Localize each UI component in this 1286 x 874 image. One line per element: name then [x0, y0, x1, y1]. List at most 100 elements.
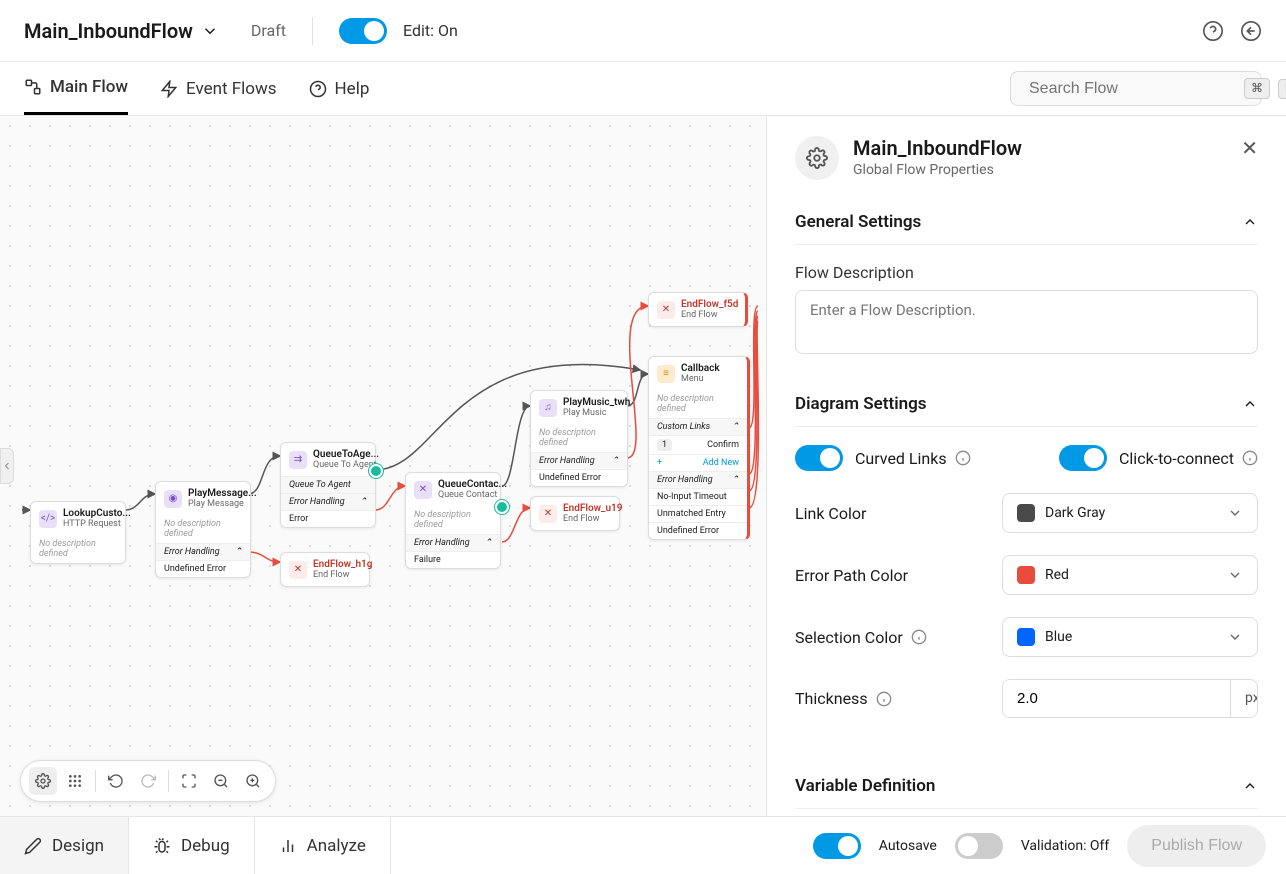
thickness-unit: px: [1230, 680, 1258, 717]
node-queue-to-agent[interactable]: ⇉ QueueToAge...Queue To Agent Queue To A…: [280, 442, 376, 528]
chevron-up-icon: [1242, 396, 1258, 412]
selection-color-dropdown[interactable]: Blue: [1002, 617, 1258, 657]
color-swatch: [1017, 566, 1035, 584]
chevron-down-icon: [201, 22, 219, 40]
settings-icon[interactable]: [29, 767, 57, 795]
zoom-in-icon[interactable]: [239, 767, 267, 795]
error-color-dropdown[interactable]: Red: [1002, 555, 1258, 595]
autosave-toggle[interactable]: [813, 833, 861, 859]
help-circle-icon: [309, 80, 327, 98]
panel-subtitle: Global Flow Properties: [853, 162, 1022, 178]
node-callback[interactable]: ≡ CallbackMenu No description defined Cu…: [648, 356, 750, 540]
flow-canvas[interactable]: </> LookupCusto...HTTP Request No descri…: [0, 116, 766, 816]
flow-description-label: Flow Description: [795, 263, 1258, 282]
close-icon[interactable]: ✕: [1241, 136, 1258, 160]
redo-icon[interactable]: [134, 767, 162, 795]
tab-main-flow[interactable]: Main Flow: [24, 62, 128, 115]
node-queue-contact[interactable]: ✕ QueueContac...Queue Contact No descrip…: [405, 472, 501, 569]
click-connect-label: Click-to-connect: [1119, 449, 1234, 468]
music-icon: ♫: [539, 399, 557, 417]
tab-help[interactable]: Help: [309, 62, 370, 115]
chevron-left-icon: [1, 460, 13, 472]
flow-description-input[interactable]: [795, 290, 1258, 354]
connector-dot[interactable]: [495, 500, 509, 514]
help-icon[interactable]: [1202, 20, 1224, 42]
validation-toggle[interactable]: [955, 833, 1003, 859]
search-input[interactable]: [1029, 80, 1236, 98]
info-icon[interactable]: [876, 691, 892, 707]
section-variable-definition[interactable]: Variable Definition: [795, 764, 1258, 809]
divider: [312, 17, 313, 45]
node-endflow-f5d[interactable]: ✕ EndFlow_f5dEnd Flow: [648, 292, 748, 327]
node-endflow-u19[interactable]: ✕ EndFlow_u19End Flow: [530, 496, 620, 531]
zoom-out-icon[interactable]: [207, 767, 235, 795]
info-icon[interactable]: [955, 450, 971, 466]
gear-icon: [795, 136, 839, 180]
info-icon[interactable]: [1242, 450, 1258, 466]
play-icon: ◉: [164, 490, 182, 508]
edit-toggle[interactable]: [339, 18, 387, 44]
undo-icon[interactable]: [102, 767, 130, 795]
chevron-down-icon: [1227, 629, 1243, 645]
close-icon: ✕: [539, 505, 557, 523]
tab-label: Event Flows: [186, 79, 277, 99]
pencil-icon: [24, 837, 42, 855]
flow-title-dropdown[interactable]: Main_InboundFlow: [24, 19, 219, 43]
footer-tab-analyze[interactable]: Analyze: [255, 817, 391, 874]
autosave-label: Autosave: [879, 838, 937, 854]
properties-panel: Main_InboundFlow Global Flow Properties …: [766, 116, 1286, 816]
click-to-connect-toggle[interactable]: [1059, 445, 1107, 471]
curved-links-label: Curved Links: [855, 449, 947, 468]
section-general-settings[interactable]: General Settings: [795, 200, 1258, 245]
tab-event-flows[interactable]: Event Flows: [160, 62, 277, 115]
section-diagram-settings[interactable]: Diagram Settings: [795, 382, 1258, 427]
footer-tab-debug[interactable]: Debug: [129, 817, 255, 874]
kbd-cmd: ⌘: [1244, 78, 1270, 99]
chevron-down-icon: [1227, 567, 1243, 583]
flow-title-text: Main_InboundFlow: [24, 19, 193, 43]
node-play-music[interactable]: ♫ PlayMusic_twhPlay Music No description…: [530, 390, 628, 487]
bug-icon: [153, 837, 171, 855]
fit-icon[interactable]: [175, 767, 203, 795]
close-icon: ✕: [289, 561, 307, 579]
node-play-message[interactable]: ◉ PlayMessage...Play Message No descript…: [155, 481, 251, 578]
node-endflow-h1g[interactable]: ✕ EndFlow_h1gEnd Flow: [280, 552, 370, 587]
validation-label: Validation: Off: [1021, 838, 1109, 854]
panel-title: Main_InboundFlow: [853, 136, 1022, 160]
exit-icon[interactable]: [1240, 20, 1262, 42]
link-color-label: Link Color: [795, 504, 866, 523]
node-lookup-customer[interactable]: </> LookupCusto...HTTP Request No descri…: [30, 501, 126, 564]
tab-label: Help: [335, 79, 370, 99]
kbd-k: K: [1278, 79, 1286, 99]
footer-tab-design[interactable]: Design: [0, 817, 129, 874]
left-edge-handle[interactable]: [0, 448, 14, 484]
link-color-dropdown[interactable]: Dark Gray: [1002, 493, 1258, 533]
curved-links-toggle[interactable]: [795, 445, 843, 471]
color-swatch: [1017, 628, 1035, 646]
add-new-link[interactable]: + Add New: [649, 454, 747, 471]
selection-color-label: Selection Color: [795, 628, 903, 647]
close-icon: ✕: [657, 301, 675, 319]
chevron-up-icon: [1242, 778, 1258, 794]
connector-dot[interactable]: [369, 464, 383, 478]
code-icon: </>: [39, 510, 57, 528]
flow-icon: [24, 78, 42, 96]
menu-icon: ≡: [657, 365, 675, 383]
chevron-up-icon: [1242, 214, 1258, 230]
tab-label: Main Flow: [50, 77, 128, 97]
queue-icon: ⇉: [289, 451, 307, 469]
thickness-input[interactable]: [1003, 680, 1230, 717]
status-badge: Draft: [235, 21, 286, 40]
shuffle-icon: ✕: [414, 481, 432, 499]
error-color-label: Error Path Color: [795, 566, 908, 585]
grid-icon[interactable]: [61, 767, 89, 795]
lightning-icon: [160, 80, 178, 98]
chart-icon: [279, 837, 297, 855]
info-icon[interactable]: [911, 629, 927, 645]
chevron-down-icon: [1227, 505, 1243, 521]
search-input-container[interactable]: ⌘ K: [1010, 71, 1262, 106]
color-swatch: [1017, 504, 1035, 522]
publish-button[interactable]: Publish Flow: [1127, 825, 1266, 867]
edit-label: Edit: On: [403, 21, 458, 40]
canvas-toolbar: [20, 760, 276, 802]
